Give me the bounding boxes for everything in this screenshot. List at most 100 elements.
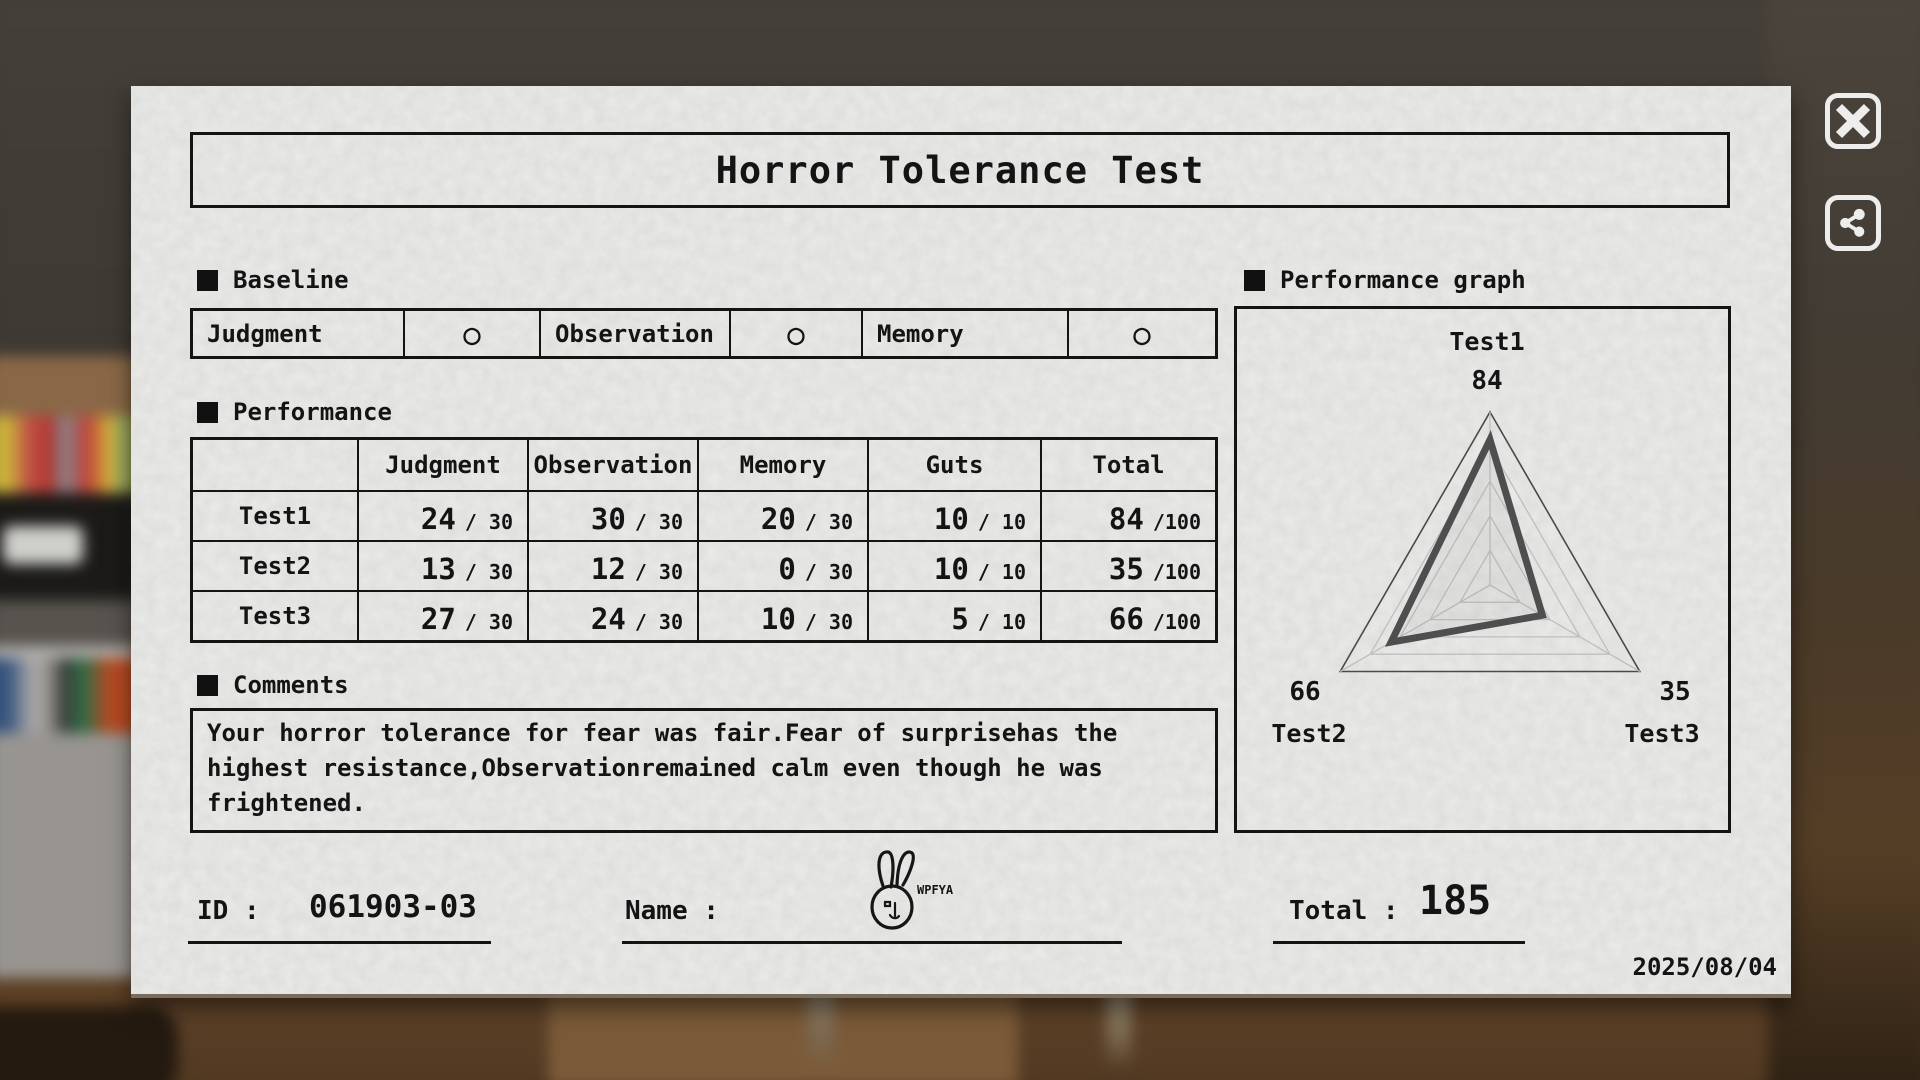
result-card: Horror Tolerance Test Baseline Judgment … (131, 86, 1791, 998)
cabinet-books (0, 658, 138, 736)
floor-shadow (0, 1006, 178, 1080)
score-value: 24 (591, 602, 626, 636)
score-denominator: / 30 (635, 560, 683, 584)
score-cell: 30 / 30 (527, 490, 697, 540)
close-button[interactable] (1825, 93, 1881, 149)
row-label: Test1 (193, 490, 357, 540)
name-label: Name : (625, 896, 719, 926)
score-denominator: / 10 (978, 510, 1026, 534)
share-icon (1835, 205, 1871, 241)
performance-heading-label: Performance (233, 398, 392, 426)
bookshelf-books (0, 416, 138, 496)
radar-chart: Test1 84 66 Test2 35 Test3 (1234, 306, 1731, 833)
baseline-pass-mark: ○ (1067, 311, 1215, 356)
game-screen: Horror Tolerance Test Baseline Judgment … (0, 0, 1920, 1080)
score-denominator: / 30 (465, 610, 513, 634)
score-cell: 24 / 30 (357, 490, 527, 540)
score-cell: 20/ 30 (697, 490, 867, 540)
score-value: 27 (421, 602, 456, 636)
baseline-pass-mark: ○ (403, 311, 539, 356)
row-label: Test3 (193, 590, 357, 640)
column-header: Memory (697, 440, 867, 490)
radar-axis-label: Test3 (1602, 719, 1722, 748)
score-value: 24 (421, 502, 456, 536)
share-button[interactable] (1825, 195, 1881, 251)
shelf-object (3, 526, 83, 564)
total-underline (1273, 941, 1525, 944)
score-cell: 84/100 (1040, 490, 1215, 540)
score-cell: 5 / 10 (867, 590, 1040, 640)
score-cell: 10 / 10 (867, 540, 1040, 590)
score-denominator: /100 (1153, 510, 1201, 534)
performance-heading: Performance (197, 398, 392, 426)
graph-heading-label: Performance graph (1280, 266, 1526, 294)
score-value: 10 (934, 552, 969, 586)
bunny-doodle-signature: WPFYA (855, 846, 959, 934)
column-header: Judgment (357, 440, 527, 490)
score-value: 10 (934, 502, 969, 536)
id-value: 061903-03 (309, 889, 477, 925)
score-denominator: / 30 (805, 560, 853, 584)
score-denominator: / 30 (635, 510, 683, 534)
column-header: Total (1040, 440, 1215, 490)
score-cell: 27 / 30 (357, 590, 527, 640)
radar-axis-value: 35 (1635, 677, 1715, 707)
radar-axis-label: Test2 (1249, 719, 1369, 748)
baseline-heading-label: Baseline (233, 266, 349, 294)
score-value: 5 (951, 602, 968, 636)
baseline-table: Judgment ○ Observation ○ Memory ○ (190, 308, 1218, 359)
score-cell: 66/100 (1040, 590, 1215, 640)
score-denominator: / 30 (635, 610, 683, 634)
score-value: 12 (591, 552, 626, 586)
score-denominator: / 30 (465, 510, 513, 534)
id-label: ID : (197, 896, 260, 926)
comments-heading: Comments (197, 671, 349, 699)
section-marker (197, 675, 218, 696)
score-denominator: / 10 (978, 560, 1026, 584)
result-date: 2025/08/04 (1633, 953, 1778, 981)
score-value: 0 (778, 552, 795, 586)
total-value: 185 (1419, 878, 1491, 924)
section-marker (197, 270, 218, 291)
comments-heading-label: Comments (233, 671, 349, 699)
score-value: 84 (1109, 502, 1144, 536)
score-cell: 10/ 30 (697, 590, 867, 640)
score-value: 30 (591, 502, 626, 536)
signature-scribble: WPFYA (917, 883, 954, 897)
score-cell: 0 / 30 (697, 540, 867, 590)
section-marker (197, 402, 218, 423)
performance-table: Judgment Observation Memory Guts Total T… (190, 437, 1218, 643)
total-label: Total : (1289, 896, 1399, 926)
score-cell: 24 / 30 (527, 590, 697, 640)
score-denominator: / 30 (805, 510, 853, 534)
radar-axis-value: 84 (1387, 366, 1587, 396)
baseline-heading: Baseline (197, 266, 349, 294)
bookshelf-board (0, 356, 138, 418)
cabinet (0, 733, 138, 983)
name-underline (622, 941, 1122, 944)
graph-heading: Performance graph (1244, 266, 1526, 294)
wooden-table (548, 990, 1018, 1080)
score-cell: 13 / 30 (357, 540, 527, 590)
score-cell: 35/100 (1040, 540, 1215, 590)
score-cell: 12 / 30 (527, 540, 697, 590)
row-label: Test2 (193, 540, 357, 590)
close-icon (1835, 103, 1871, 139)
score-denominator: / 30 (805, 610, 853, 634)
id-underline (188, 941, 491, 944)
section-marker (1244, 270, 1265, 291)
score-denominator: /100 (1153, 560, 1201, 584)
baseline-label: Judgment (193, 311, 403, 356)
radar-axis-value: 66 (1265, 677, 1345, 707)
baseline-label: Memory (861, 311, 1067, 356)
column-header: Observation (527, 440, 697, 490)
score-denominator: / 30 (465, 560, 513, 584)
column-header (193, 440, 357, 490)
page-title: Horror Tolerance Test (190, 132, 1730, 208)
column-header: Guts (867, 440, 1040, 490)
score-value: 66 (1109, 602, 1144, 636)
score-denominator: / 10 (978, 610, 1026, 634)
baseline-pass-mark: ○ (729, 311, 861, 356)
baseline-label: Observation (539, 311, 729, 356)
score-value: 13 (421, 552, 456, 586)
